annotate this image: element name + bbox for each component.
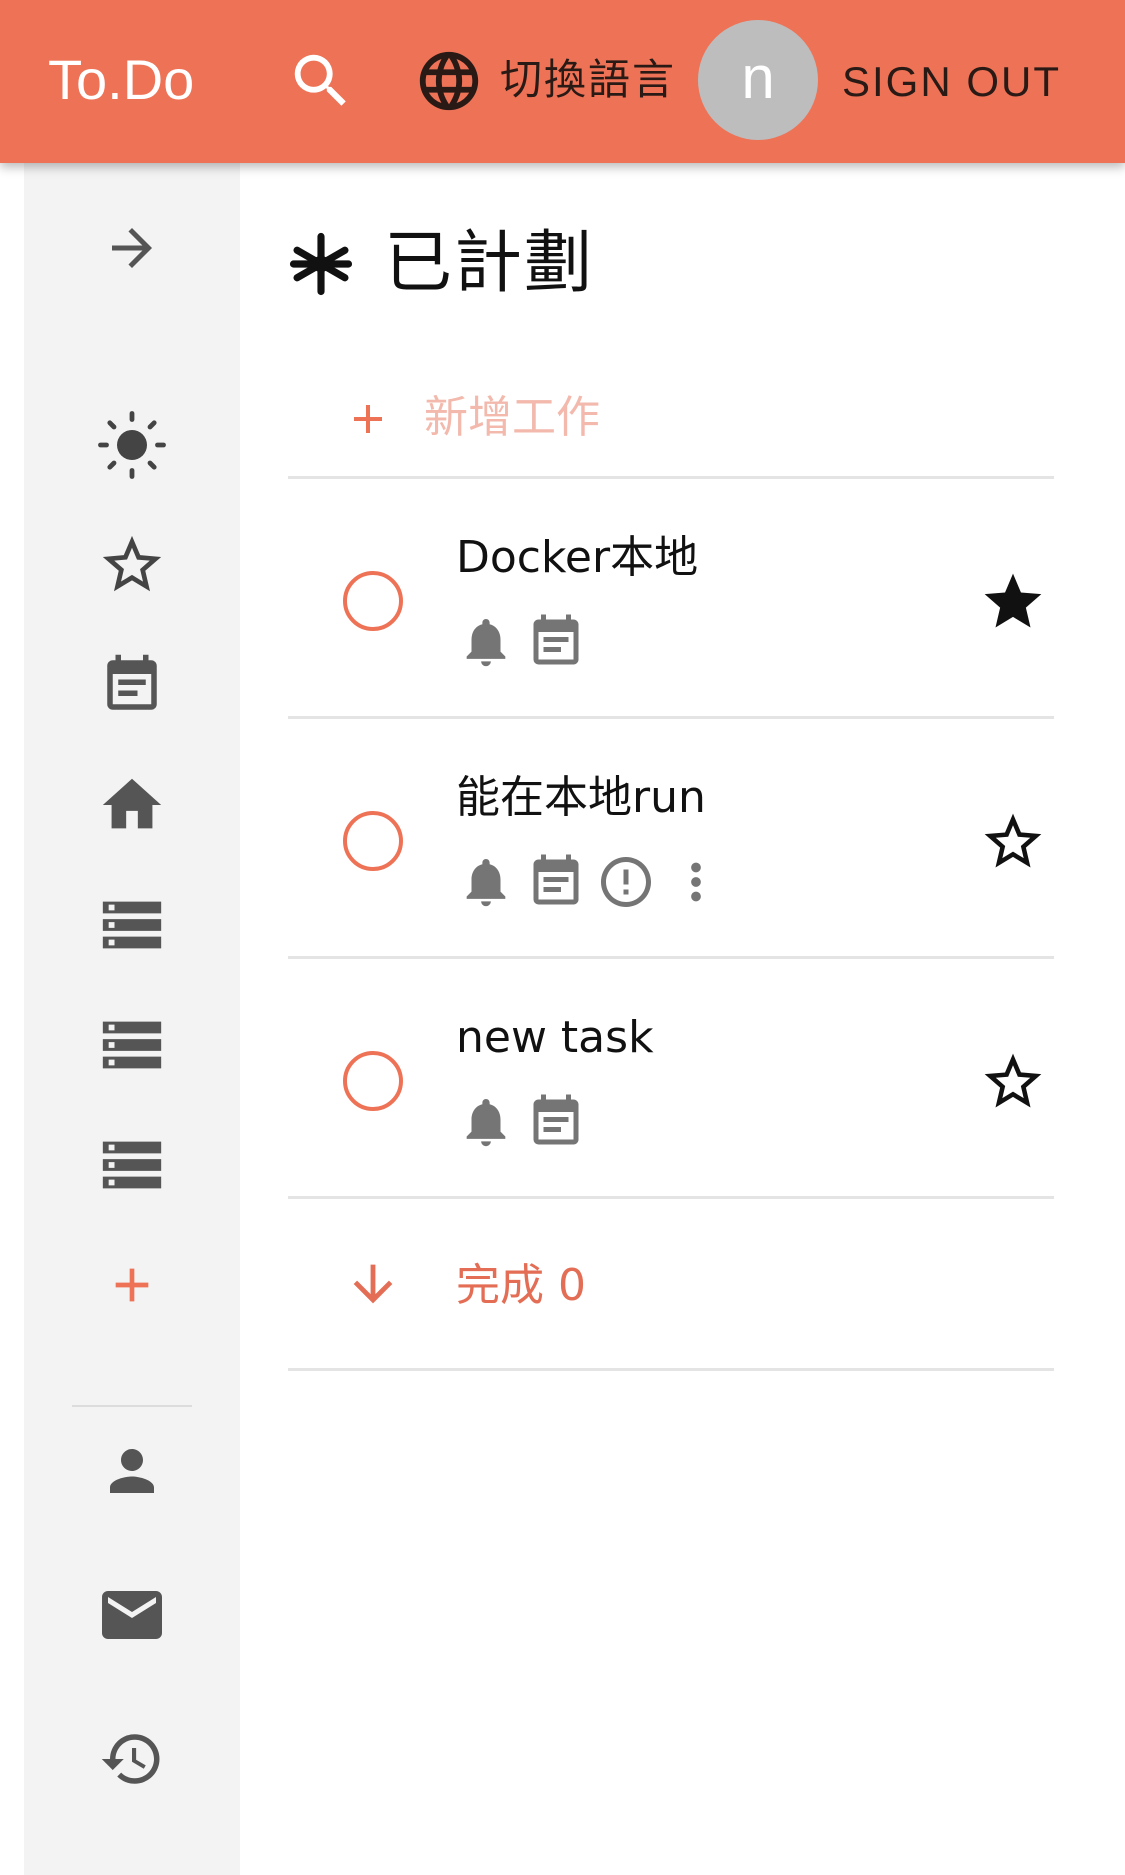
sidebar-item-planned[interactable] [72, 645, 192, 725]
sign-out-button[interactable]: SIGN OUT [842, 54, 1061, 110]
more-vert-icon[interactable] [666, 852, 726, 912]
star-outline-icon[interactable] [978, 807, 1048, 877]
app-title[interactable]: To.Do [48, 44, 194, 116]
add-task-row[interactable] [288, 359, 1054, 479]
task-meta-icons [456, 1087, 596, 1157]
language-switch-button[interactable]: 切換語言 [500, 52, 676, 108]
sidebar-item-list[interactable] [72, 1125, 192, 1205]
app-bar: To.Do 切換語言 n SIGN OUT [0, 0, 1125, 163]
sidebar-add-list-button[interactable] [72, 1245, 192, 1325]
important-icon [596, 852, 656, 912]
completed-toggle[interactable]: 完成 0 [288, 1199, 1054, 1371]
sidebar-item-my-day[interactable] [72, 405, 192, 485]
plus-icon [115, 1268, 149, 1302]
task-complete-checkbox[interactable] [343, 1051, 403, 1111]
task-title[interactable]: 能在本地run [456, 769, 706, 827]
avatar[interactable]: n [698, 20, 818, 140]
task-title[interactable]: new task [456, 1009, 654, 1067]
home-icon [102, 778, 162, 829]
mail-icon [102, 1591, 162, 1639]
task-title[interactable]: Docker本地 [456, 529, 698, 587]
task-row[interactable]: 能在本地run [288, 719, 1054, 959]
calendar-icon [526, 852, 586, 912]
sidebar-item-profile[interactable] [72, 1431, 192, 1511]
sidebar-item-list[interactable] [72, 1005, 192, 1085]
task-complete-checkbox[interactable] [343, 571, 403, 631]
person-icon [110, 1449, 154, 1493]
task-meta-icons [456, 607, 596, 677]
task-complete-checkbox[interactable] [343, 811, 403, 871]
task-row[interactable]: new task [288, 959, 1054, 1199]
sidebar-item-list[interactable] [72, 885, 192, 965]
sun-icon [98, 411, 166, 479]
storage-icon [102, 1021, 162, 1069]
task-row[interactable]: Docker本地 [288, 479, 1054, 719]
plus-icon[interactable] [344, 395, 392, 443]
arrow-down-icon [353, 1264, 393, 1304]
sidebar-divider [72, 1405, 192, 1407]
main-content: 已計劃 Docker本地 能在本地run [240, 163, 1125, 1875]
storage-icon [102, 1141, 162, 1189]
sidebar-item-important[interactable] [72, 525, 192, 605]
sidebar-item-history[interactable] [72, 1719, 192, 1799]
bell-icon [456, 1092, 516, 1152]
history-icon [101, 1734, 160, 1784]
task-meta-icons [456, 847, 736, 917]
star-filled-icon[interactable] [978, 567, 1048, 637]
sidebar [24, 163, 240, 1875]
search-icon[interactable] [286, 46, 356, 116]
sidebar-item-mail[interactable] [72, 1575, 192, 1655]
sidebar-expand-button[interactable] [72, 208, 192, 288]
star-outline-icon [102, 535, 162, 592]
page-title: 已計劃 [384, 224, 595, 303]
storage-icon [102, 901, 162, 949]
sidebar-item-tasks[interactable] [72, 765, 192, 845]
star-outline-icon[interactable] [978, 1047, 1048, 1117]
arrow-right-icon [112, 228, 152, 268]
calendar-icon [526, 612, 586, 672]
calendar-icon [107, 654, 157, 710]
asterisk-icon [289, 232, 353, 296]
globe-icon[interactable] [414, 46, 484, 116]
calendar-icon [526, 1092, 586, 1152]
add-task-input[interactable] [424, 385, 984, 449]
bell-icon [456, 612, 516, 672]
completed-count-label: 完成 0 [456, 1260, 586, 1311]
bell-icon [456, 852, 516, 912]
list-header: 已計劃 [288, 219, 594, 309]
